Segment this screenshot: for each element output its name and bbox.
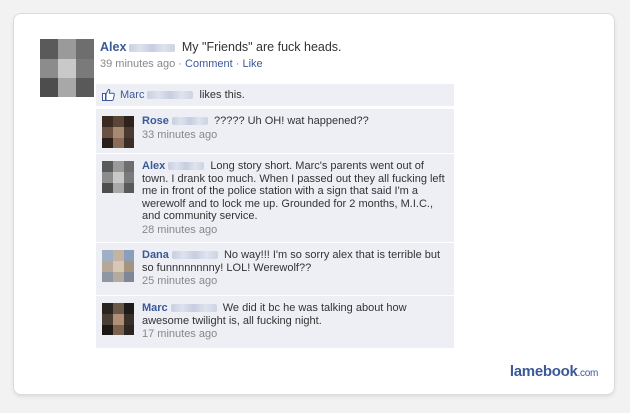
redacted-surname <box>147 91 194 100</box>
lamebook-watermark: lamebook.com <box>510 363 598 380</box>
comment-timestamp: 17 minutes ago <box>142 328 218 340</box>
comment-item: Marc We did it bc he was talking about h… <box>96 295 454 348</box>
post-author-name[interactable]: Alex <box>100 40 126 54</box>
thumbs-up-icon <box>102 88 115 101</box>
watermark-name: lamebook <box>509 363 578 380</box>
commenter-name[interactable]: Alex <box>142 160 165 172</box>
redacted-surname <box>129 43 176 52</box>
liker-name[interactable]: Marc <box>120 89 144 101</box>
like-link[interactable]: Like <box>243 58 263 70</box>
separator: · <box>178 58 182 70</box>
redacted-surname <box>168 162 205 171</box>
commenter-avatar[interactable] <box>102 161 134 193</box>
comment-timestamp: 33 minutes ago <box>142 128 218 141</box>
comment-item: Dana No way!!! I'm so sorry alex that is… <box>96 242 454 295</box>
comment-item: Rose ????? Uh OH! wat happened?? 33 minu… <box>96 108 454 153</box>
comment-link[interactable]: Comment <box>185 58 233 70</box>
comment-item: Alex Long story short. Marc's parents we… <box>96 153 454 242</box>
redacted-surname <box>171 251 218 260</box>
post-header: Alex My "Friends" are fuck heads. <box>100 39 520 55</box>
commenter-avatar[interactable] <box>102 303 134 335</box>
redacted-surname <box>171 117 208 126</box>
likes-text: likes this. <box>199 89 245 101</box>
post-message: My "Friends" are fuck heads. <box>181 40 342 54</box>
commenter-name[interactable]: Rose <box>142 115 169 127</box>
comment-text: ????? Uh OH! wat happened?? <box>213 115 369 127</box>
post-meta: 39 minutes ago · Comment · Like <box>100 57 263 71</box>
commenter-name[interactable]: Dana <box>142 249 169 261</box>
commenter-name[interactable]: Marc <box>142 302 168 314</box>
post-timestamp: 39 minutes ago <box>100 58 176 70</box>
post-author-avatar[interactable] <box>40 39 94 97</box>
watermark-domain: .com <box>577 368 599 379</box>
comment-timestamp: 25 minutes ago <box>142 275 218 287</box>
redacted-surname <box>170 304 217 313</box>
comment-timestamp: 28 minutes ago <box>142 223 218 236</box>
separator: · <box>235 58 240 70</box>
commenter-avatar[interactable] <box>102 250 134 282</box>
commenter-avatar[interactable] <box>102 116 134 148</box>
likes-row: Marc likes this. <box>96 84 454 107</box>
post-card: Alex My "Friends" are fuck heads. 39 min… <box>14 14 614 394</box>
